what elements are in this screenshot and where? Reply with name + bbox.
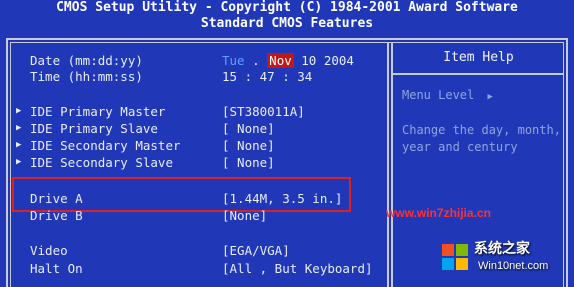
date-label: Date (mm:dd:yy) (30, 53, 143, 68)
ide-primary-master-value[interactable]: [ST380011A] (222, 104, 305, 119)
header-subtitle: Standard CMOS Features (200, 16, 374, 31)
menu-level-label: Menu Level (402, 88, 475, 102)
date-day[interactable]: Tue (222, 53, 245, 68)
submenu-arrow-icon: ▶ (16, 140, 22, 150)
drive-a-value[interactable]: [1.44M, 3.5 in.] (222, 191, 342, 206)
pane-divider-left (387, 42, 389, 287)
menu-level-arrow-icon: ▶ (487, 92, 493, 102)
watermark-site-name: 系统之家 (474, 240, 530, 256)
video-value[interactable]: [EGA/VGA] (222, 243, 290, 258)
watermark-site-url: Win10net.com (478, 260, 549, 272)
pane-divider-right (391, 42, 393, 287)
date-day-separator: . (252, 53, 268, 68)
time-value[interactable]: 15 : 47 : 34 (222, 69, 312, 84)
submenu-arrow-icon: ▶ (16, 157, 22, 167)
windows-logo-icon (442, 244, 468, 270)
help-desc-line2: year and century (402, 140, 518, 154)
help-desc-line1: Change the day, month, (402, 123, 561, 137)
ide-secondary-master-value[interactable]: [ None] (222, 138, 275, 153)
video-label: Video (30, 243, 68, 258)
time-label: Time (hh:mm:ss) (30, 69, 143, 84)
drive-b-value[interactable]: [None] (222, 208, 267, 223)
halt-on-label: Halt On (30, 261, 83, 276)
submenu-arrow-icon: ▶ (16, 106, 22, 116)
ide-secondary-slave-value[interactable]: [ None] (222, 155, 275, 170)
submenu-arrow-icon: ▶ (16, 123, 22, 133)
ide-secondary-master-label: IDE Secondary Master (30, 138, 181, 153)
help-separator (393, 73, 564, 75)
date-value[interactable]: Tue . Nov 10 2004 (222, 53, 354, 68)
header-title: CMOS Setup Utility - Copyright (C) 1984-… (56, 0, 518, 15)
ide-primary-master-label: IDE Primary Master (30, 104, 166, 119)
ide-secondary-slave-label: IDE Secondary Slave (30, 155, 173, 170)
ide-primary-slave-label: IDE Primary Slave (30, 121, 158, 136)
bios-screen: CMOS Setup Utility - Copyright (C) 1984-… (0, 0, 574, 287)
drive-b-label: Drive B (30, 208, 83, 223)
halt-on-value[interactable]: [All , But Keyboard] (222, 261, 373, 276)
item-help-title: Item Help (443, 50, 514, 65)
menu-level-row: Menu Level ▶ (402, 88, 493, 102)
drive-a-label: Drive A (30, 191, 83, 206)
ide-primary-slave-value[interactable]: [ None] (222, 121, 275, 136)
bios-header: CMOS Setup Utility - Copyright (C) 1984-… (0, 0, 574, 34)
date-month[interactable]: Nov (267, 53, 294, 68)
watermark-url: www.win7zhijia.cn (386, 206, 491, 220)
date-rest[interactable]: 10 2004 (301, 53, 354, 68)
